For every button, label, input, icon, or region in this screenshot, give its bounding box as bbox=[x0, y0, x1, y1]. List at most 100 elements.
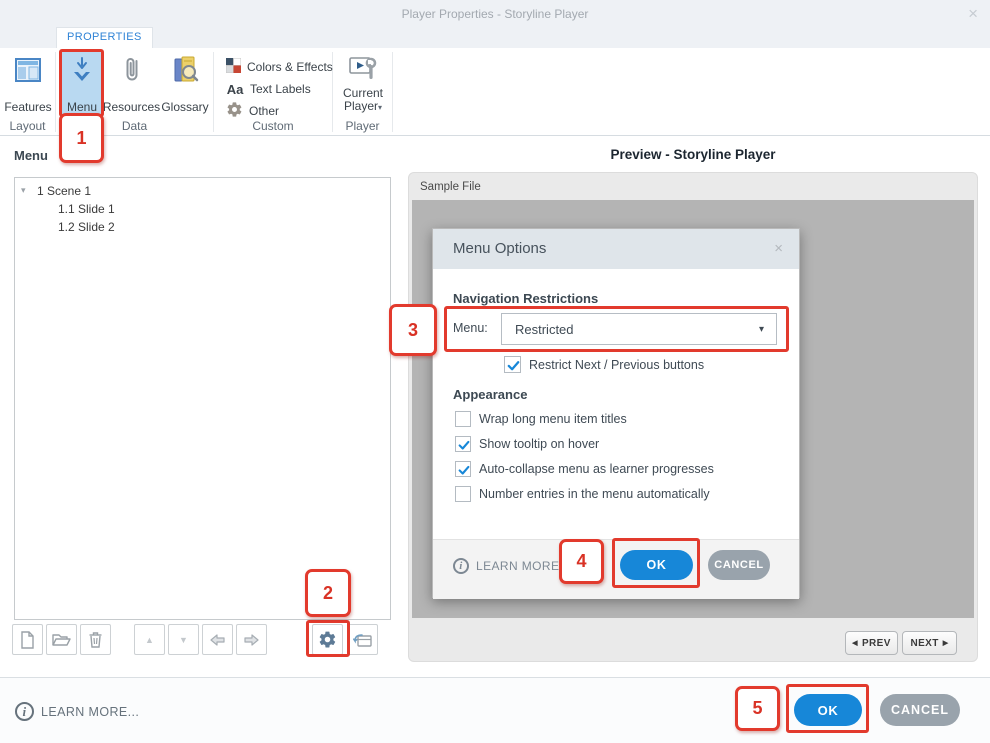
annotation-step-3: 3 bbox=[389, 304, 437, 356]
new-document-icon bbox=[21, 630, 34, 649]
titlebar: Player Properties - Storyline Player × P… bbox=[0, 0, 990, 48]
menu-button[interactable]: Menu bbox=[62, 51, 102, 116]
menu-options-dialog: Menu Options × Navigation Restrictions M… bbox=[432, 228, 800, 599]
settings-gear-icon bbox=[319, 631, 336, 648]
reset-menu-button[interactable] bbox=[347, 624, 378, 655]
right-arrow-icon bbox=[244, 633, 259, 646]
left-arrow-icon bbox=[210, 633, 225, 646]
delete-item-button[interactable] bbox=[80, 624, 111, 655]
appearance-heading: Appearance bbox=[453, 387, 528, 402]
checkmark-icon bbox=[458, 440, 470, 450]
open-folder-button[interactable] bbox=[46, 624, 77, 655]
up-triangle-icon: ▲ bbox=[145, 634, 154, 645]
show-tooltip-label: Show tooltip on hover bbox=[479, 437, 600, 451]
tab-properties[interactable]: PROPERTIES bbox=[56, 27, 153, 48]
other-button[interactable]: Other bbox=[226, 102, 279, 120]
resources-label: Resources bbox=[102, 100, 161, 114]
dialog-header: Menu Options × bbox=[433, 229, 799, 269]
resources-button[interactable]: Resources bbox=[102, 51, 161, 116]
menu-restriction-value: Restricted bbox=[515, 321, 574, 337]
features-button[interactable]: Features bbox=[2, 51, 54, 116]
nav-restrictions-heading: Navigation Restrictions bbox=[453, 291, 599, 306]
glossary-book-icon bbox=[171, 55, 199, 88]
menu-panel-heading: Menu bbox=[14, 148, 48, 163]
chevron-down-icon: ▾ bbox=[377, 103, 382, 112]
menu-tree: ▾ 1 Scene 1 1.1 Slide 1 1.2 Slide 2 bbox=[14, 177, 391, 620]
open-folder-icon bbox=[52, 634, 71, 646]
restore-icon bbox=[353, 634, 372, 647]
ok-button[interactable]: OK bbox=[794, 694, 862, 726]
dialog-close-icon[interactable]: × bbox=[774, 240, 783, 257]
annotation-step-2: 2 bbox=[305, 569, 351, 617]
menu-options-button[interactable] bbox=[312, 624, 343, 655]
preview-heading: Preview - Storyline Player bbox=[610, 147, 776, 162]
sample-file-label: Sample File bbox=[420, 181, 481, 193]
learn-more-link[interactable]: i LEARN MORE... bbox=[15, 702, 139, 721]
dialog-title: Menu Options bbox=[453, 240, 547, 257]
dialog-ok-button[interactable]: OK bbox=[620, 550, 693, 580]
auto-collapse-label: Auto-collapse menu as learner progresses bbox=[479, 462, 714, 476]
paperclip-icon bbox=[121, 55, 143, 88]
player-properties-window: Player Properties - Storyline Player × P… bbox=[0, 0, 990, 743]
window-title: Player Properties - Storyline Player bbox=[401, 7, 589, 21]
next-button[interactable]: NEXT ▶ bbox=[902, 631, 957, 655]
trash-icon bbox=[89, 632, 102, 648]
features-label: Features bbox=[4, 100, 52, 114]
annotation-step-4: 4 bbox=[559, 539, 604, 584]
prev-arrow-icon: ◀ bbox=[852, 640, 858, 647]
outdent-button[interactable] bbox=[202, 624, 233, 655]
tree-item-slide2[interactable]: 1.2 Slide 2 bbox=[58, 220, 115, 234]
prev-button[interactable]: ◀ PREV bbox=[845, 631, 898, 655]
text-labels-button[interactable]: Aa Text Labels bbox=[226, 80, 311, 98]
dialog-cancel-button[interactable]: CANCEL bbox=[708, 550, 770, 580]
move-down-button[interactable]: ▼ bbox=[168, 624, 199, 655]
checkmark-icon bbox=[507, 361, 520, 371]
menu-label: Menu bbox=[66, 100, 98, 114]
colors-effects-icon bbox=[225, 57, 242, 76]
group-divider bbox=[392, 52, 393, 132]
wrap-titles-checkbox[interactable] bbox=[455, 411, 471, 427]
ribbon: Features Menu Resources Glossary Colors … bbox=[0, 48, 990, 136]
glossary-button[interactable]: Glossary bbox=[159, 51, 211, 116]
colors-effects-button[interactable]: Colors & Effects bbox=[225, 57, 333, 76]
current-player-button[interactable]: Current Player▾ bbox=[337, 51, 389, 116]
footer-bar: i LEARN MORE... OK CANCEL bbox=[0, 677, 990, 743]
menu-field-label: Menu: bbox=[453, 321, 488, 335]
group-custom-label: Custom bbox=[252, 119, 294, 133]
number-entries-label: Number entries in the menu automatically bbox=[479, 487, 710, 501]
dialog-learn-more-link[interactable]: i LEARN MORE bbox=[453, 558, 559, 574]
new-item-button[interactable] bbox=[12, 624, 43, 655]
restrict-next-prev-label: Restrict Next / Previous buttons bbox=[529, 358, 705, 372]
glossary-label: Glossary bbox=[161, 100, 209, 114]
group-player-label: Player bbox=[345, 119, 380, 133]
tree-item-slide1[interactable]: 1.1 Slide 1 bbox=[58, 202, 115, 216]
auto-collapse-checkbox[interactable] bbox=[455, 461, 471, 477]
down-triangle-icon: ▼ bbox=[179, 634, 188, 645]
checkmark-icon bbox=[458, 465, 470, 475]
features-icon bbox=[13, 55, 43, 88]
wrap-titles-label: Wrap long menu item titles bbox=[479, 412, 627, 426]
restrict-next-prev-checkbox[interactable] bbox=[504, 356, 521, 373]
menu-icon bbox=[70, 55, 94, 88]
move-up-button[interactable]: ▲ bbox=[134, 624, 165, 655]
cancel-button[interactable]: CANCEL bbox=[880, 694, 960, 726]
annotation-step-1: 1 bbox=[59, 113, 104, 163]
annotation-step-5: 5 bbox=[735, 686, 780, 731]
info-icon: i bbox=[453, 558, 469, 574]
text-labels-icon: Aa bbox=[226, 81, 244, 97]
info-icon: i bbox=[15, 702, 34, 721]
close-icon[interactable]: × bbox=[968, 4, 978, 24]
number-entries-checkbox[interactable] bbox=[455, 486, 471, 502]
show-tooltip-checkbox[interactable] bbox=[455, 436, 471, 452]
tree-expander-icon[interactable]: ▾ bbox=[21, 185, 26, 196]
dialog-footer: i LEARN MORE OK CANCEL bbox=[433, 539, 799, 599]
text-labels-label: Text Labels bbox=[250, 82, 311, 96]
dropdown-caret-icon: ▾ bbox=[758, 323, 764, 335]
group-layout-label: Layout bbox=[9, 119, 46, 133]
tree-item-scene[interactable]: 1 Scene 1 bbox=[37, 184, 91, 198]
gear-icon bbox=[226, 101, 243, 121]
menu-restriction-select[interactable]: Restricted ▾ bbox=[501, 313, 777, 345]
colors-effects-label: Colors & Effects bbox=[247, 60, 333, 74]
indent-button[interactable] bbox=[236, 624, 267, 655]
next-arrow-icon: ▶ bbox=[942, 640, 949, 647]
